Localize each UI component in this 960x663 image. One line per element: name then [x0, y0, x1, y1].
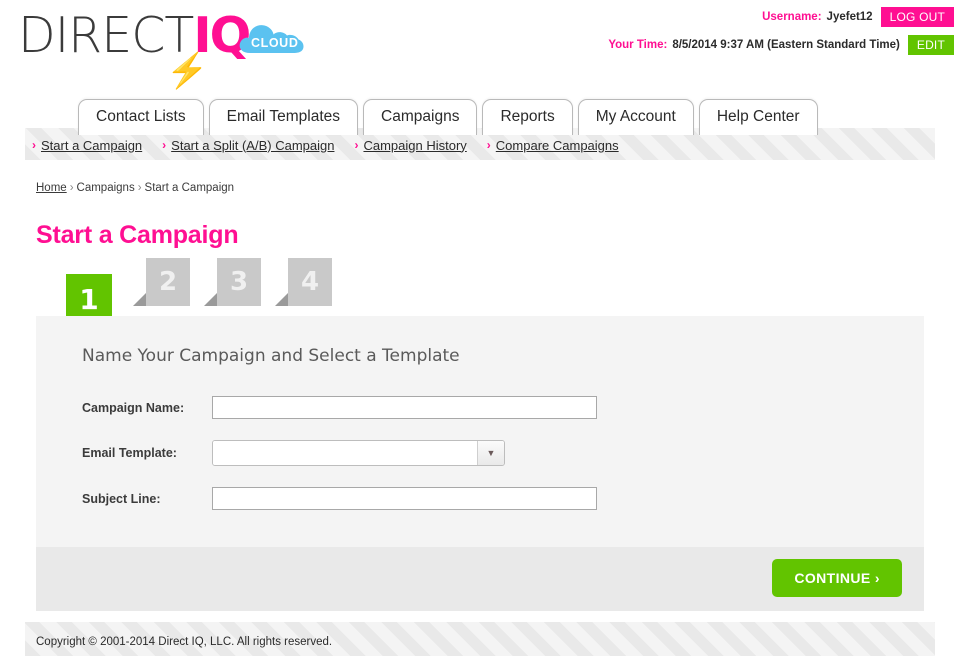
- lightning-bolt-icon: ⚡: [166, 52, 209, 90]
- footer-copyright: Copyright © 2001-2014 Direct IQ, LLC. Al…: [36, 636, 333, 648]
- app-page: Username: Jyefet12 LOG OUT Your Time: 8/…: [0, 0, 960, 663]
- chevron-right-icon: ›: [32, 138, 36, 152]
- field-subject-line: Subject Line:: [82, 487, 878, 510]
- breadcrumb-separator: ›: [69, 182, 74, 194]
- tab-my-account[interactable]: My Account: [577, 99, 694, 135]
- tab-contact-lists[interactable]: Contact Lists: [78, 99, 204, 135]
- email-template-label: Email Template:: [82, 446, 177, 460]
- email-template-selected-value: [213, 441, 478, 465]
- time-value: 8/5/2014 9:37 AM (Eastern Standard Time): [672, 39, 900, 51]
- username-label: Username:: [762, 11, 822, 23]
- username-row: Username: Jyefet12 LOG OUT: [534, 6, 954, 28]
- chevron-right-icon: ›: [162, 138, 167, 152]
- wizard-step-4[interactable]: 4: [275, 258, 332, 306]
- wizard-panel-footer: CONTINUE ›: [36, 547, 924, 611]
- email-template-select[interactable]: ▼: [212, 440, 505, 466]
- chevron-right-icon: ›: [486, 138, 491, 152]
- tab-reports[interactable]: Reports: [482, 99, 573, 135]
- continue-button[interactable]: CONTINUE ›: [772, 559, 902, 597]
- campaign-wizard: 1 2 3 4 Name Your Campaign and Select a …: [36, 258, 924, 611]
- account-strip: Username: Jyefet12 LOG OUT Your Time: 8/…: [534, 0, 954, 56]
- subnav-item-start-a-campaign[interactable]: › Start a Campaign: [32, 138, 142, 153]
- breadcrumb-home-link[interactable]: Home: [36, 182, 67, 194]
- time-label: Your Time:: [608, 39, 668, 51]
- tab-campaigns[interactable]: Campaigns: [363, 99, 478, 135]
- subnav-label: Campaign History: [363, 137, 467, 153]
- wizard-step-3[interactable]: 3: [204, 258, 261, 306]
- brand-logo[interactable]: DIRECTIQ ⚡ CLOUD: [18, 8, 304, 88]
- breadcrumb-separator: ›: [137, 182, 142, 194]
- breadcrumb: Home › Campaigns › Start a Campaign: [36, 182, 234, 194]
- cloud-label: CLOUD: [251, 36, 299, 50]
- username-value: Jyefet12: [826, 11, 873, 23]
- subnav-item-start-a-split-campaign[interactable]: › Start a Split (A/B) Campaign: [162, 138, 334, 153]
- breadcrumb-campaigns[interactable]: Campaigns: [77, 182, 135, 194]
- tab-email-templates[interactable]: Email Templates: [208, 99, 359, 135]
- chevron-right-icon: ›: [354, 138, 359, 152]
- subnav-label: Compare Campaigns: [495, 137, 619, 153]
- campaign-name-label: Campaign Name:: [82, 400, 185, 415]
- field-email-template: Email Template: ▼: [82, 440, 878, 466]
- edit-time-button[interactable]: EDIT: [907, 35, 954, 55]
- breadcrumb-current: Start a Campaign: [144, 182, 235, 194]
- wizard-step-2[interactable]: 2: [133, 258, 190, 306]
- sub-navigation: › Start a Campaign › Start a Split (A/B)…: [32, 134, 639, 156]
- page-title: Start a Campaign: [36, 220, 239, 249]
- wizard-form: Name Your Campaign and Select a Template…: [36, 316, 924, 547]
- subnav-item-compare-campaigns[interactable]: › Compare Campaigns: [487, 138, 619, 153]
- main-navigation-tabs: Contact Lists Email Templates Campaigns …: [78, 91, 823, 135]
- subnav-label: Start a Split (A/B) Campaign: [171, 137, 335, 153]
- wizard-panel: Name Your Campaign and Select a Template…: [36, 316, 924, 611]
- subnav-item-campaign-history[interactable]: › Campaign History: [354, 138, 466, 153]
- chevron-down-icon[interactable]: ▼: [478, 441, 504, 465]
- form-heading: Name Your Campaign and Select a Template: [82, 346, 460, 366]
- subnav-label: Start a Campaign: [41, 137, 143, 153]
- time-row: Your Time: 8/5/2014 9:37 AM (Eastern Sta…: [534, 34, 954, 56]
- logout-button[interactable]: LOG OUT: [880, 7, 954, 27]
- tab-help-center[interactable]: Help Center: [698, 99, 818, 135]
- wizard-step-indicator: 1 2 3 4: [36, 258, 924, 326]
- subject-line-label: Subject Line:: [82, 491, 161, 506]
- campaign-name-input[interactable]: [212, 396, 597, 419]
- subject-line-input[interactable]: [212, 487, 597, 510]
- field-campaign-name: Campaign Name:: [82, 396, 878, 419]
